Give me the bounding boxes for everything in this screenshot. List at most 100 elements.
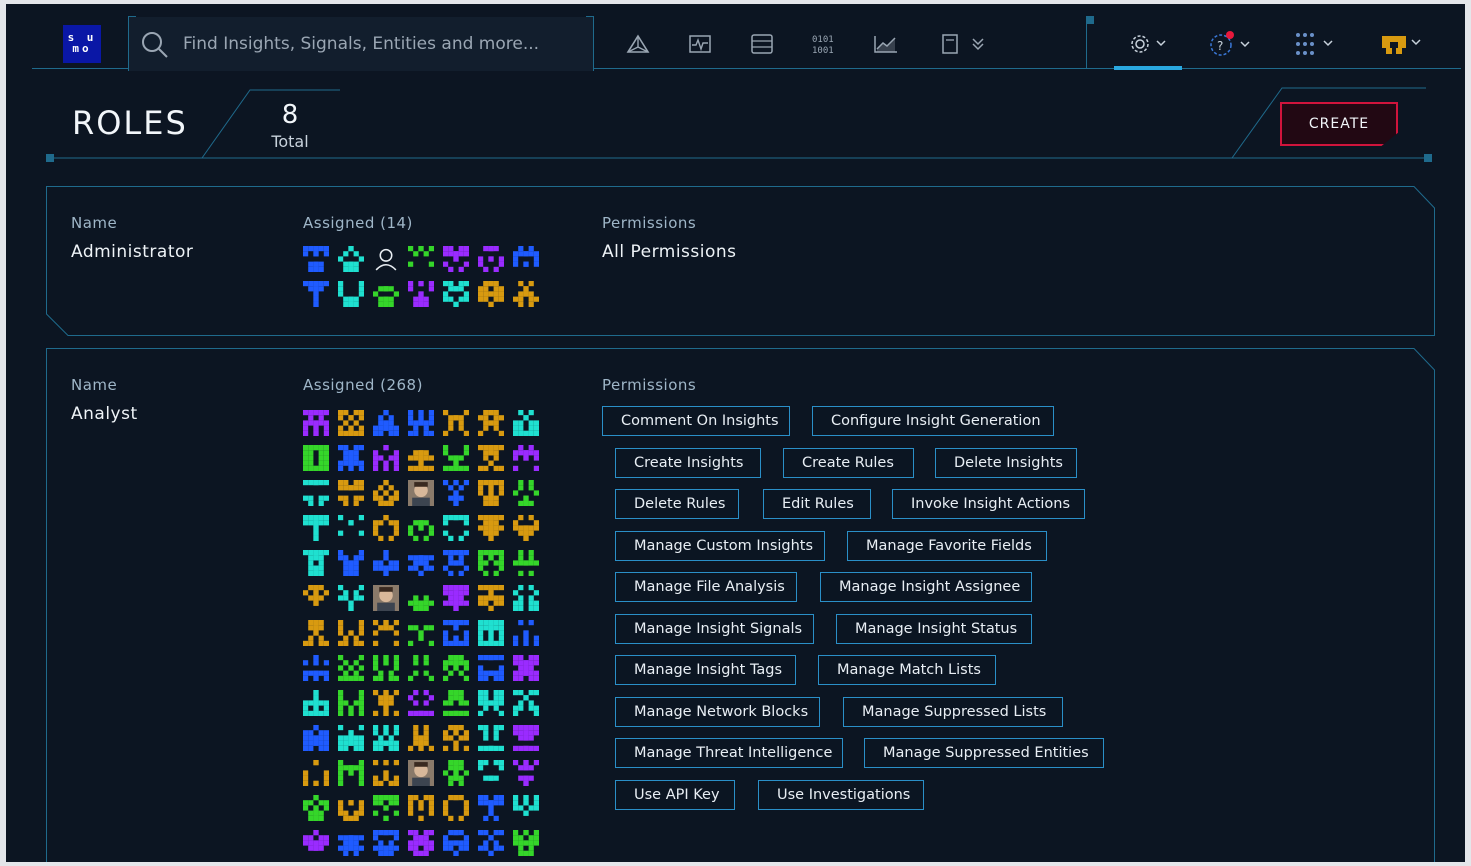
user-avatar[interactable] — [513, 550, 539, 576]
permission-tag[interactable]: Manage Insight Assignee — [820, 572, 1032, 602]
user-avatar[interactable] — [303, 550, 329, 576]
user-avatar[interactable] — [443, 795, 469, 821]
permission-tag[interactable]: Create Rules — [783, 448, 914, 478]
permission-tag[interactable]: Configure Insight Generation — [812, 406, 1054, 436]
user-avatar[interactable] — [303, 760, 329, 786]
user-avatar[interactable] — [338, 515, 364, 541]
user-avatar[interactable] — [373, 550, 399, 576]
user-avatar[interactable] — [373, 281, 399, 307]
user-avatar[interactable] — [513, 281, 539, 307]
user-avatar[interactable] — [513, 585, 539, 611]
user-avatar[interactable] — [338, 795, 364, 821]
permission-tag[interactable]: Manage Custom Insights — [615, 531, 825, 561]
user-avatar[interactable] — [408, 585, 434, 611]
help-icon[interactable]: ? — [1206, 31, 1254, 56]
user-avatar[interactable] — [513, 830, 539, 856]
user-avatar[interactable] — [408, 725, 434, 751]
user-avatar[interactable] — [443, 515, 469, 541]
settings-icon[interactable] — [1128, 32, 1172, 56]
user-avatar[interactable] — [513, 725, 539, 751]
user-avatar[interactable] — [478, 550, 504, 576]
permission-tag[interactable]: Manage Favorite Fields — [847, 531, 1047, 561]
user-avatar[interactable] — [408, 830, 434, 856]
user-avatar[interactable] — [338, 281, 364, 307]
permission-tag[interactable]: Edit Rules — [763, 489, 871, 519]
user-avatar[interactable] — [478, 585, 504, 611]
search-input[interactable] — [181, 31, 585, 57]
permission-tag[interactable]: Manage Match Lists — [818, 655, 996, 685]
permission-tag[interactable]: Manage Insight Tags — [615, 655, 796, 685]
user-avatar[interactable] — [408, 655, 434, 681]
user-avatar[interactable] — [373, 515, 399, 541]
user-avatar[interactable] — [338, 550, 364, 576]
permission-tag[interactable]: Manage File Analysis — [615, 572, 797, 602]
permission-tag[interactable]: Delete Rules — [615, 489, 739, 519]
user-avatar[interactable] — [373, 445, 399, 471]
notebook-icon[interactable] — [936, 32, 964, 56]
user-avatar[interactable] — [513, 410, 539, 436]
permission-tag[interactable]: Use Investigations — [758, 780, 924, 810]
user-avatar[interactable] — [478, 445, 504, 471]
user-avatar[interactable] — [478, 410, 504, 436]
permission-tag[interactable]: Manage Threat Intelligence — [615, 738, 843, 768]
user-avatar[interactable] — [408, 445, 434, 471]
user-avatar[interactable] — [513, 690, 539, 716]
user-avatar[interactable] — [443, 281, 469, 307]
apps-grid-icon[interactable] — [1294, 32, 1340, 56]
user-avatar[interactable] — [408, 620, 434, 646]
user-avatar[interactable] — [443, 480, 469, 506]
user-avatar[interactable] — [373, 725, 399, 751]
role-card-analyst[interactable]: Name Analyst Assigned (268) Permissions … — [46, 348, 1435, 862]
permission-tag[interactable]: Use API Key — [615, 780, 735, 810]
user-avatar[interactable] — [373, 795, 399, 821]
user-avatar[interactable] — [513, 620, 539, 646]
user-avatar[interactable] — [443, 585, 469, 611]
user-avatar[interactable] — [303, 620, 329, 646]
user-avatar[interactable] — [478, 281, 504, 307]
user-avatar[interactable] — [338, 725, 364, 751]
database-icon[interactable] — [748, 32, 776, 56]
triangle-icon[interactable] — [624, 32, 652, 56]
binary-icon[interactable]: 0101 1001 — [810, 32, 838, 56]
permission-tag[interactable]: Manage Suppressed Entities — [864, 738, 1104, 768]
user-avatar[interactable] — [373, 830, 399, 856]
user-avatar[interactable] — [338, 655, 364, 681]
permission-tag[interactable]: Delete Insights — [935, 448, 1077, 478]
user-avatar[interactable] — [303, 410, 329, 436]
user-avatar[interactable] — [408, 246, 434, 272]
user-avatar[interactable] — [513, 515, 539, 541]
user-avatar[interactable] — [443, 760, 469, 786]
user-avatar[interactable] — [408, 550, 434, 576]
permission-tag[interactable]: Manage Network Blocks — [615, 697, 820, 727]
chevron-down-icon[interactable] — [964, 32, 992, 56]
create-role-button[interactable]: CREATE — [1280, 102, 1398, 146]
user-avatar[interactable] — [373, 690, 399, 716]
user-avatar[interactable] — [338, 690, 364, 716]
user-avatar[interactable] — [478, 620, 504, 646]
user-avatar[interactable] — [513, 795, 539, 821]
user-avatar[interactable] — [338, 830, 364, 856]
user-avatar[interactable] — [443, 690, 469, 716]
user-avatar[interactable] — [408, 410, 434, 436]
user-avatar[interactable] — [303, 585, 329, 611]
user-avatar[interactable] — [303, 690, 329, 716]
user-avatar[interactable] — [513, 655, 539, 681]
permission-tag[interactable]: Invoke Insight Actions — [892, 489, 1085, 519]
user-avatar[interactable] — [513, 246, 539, 272]
user-avatar[interactable] — [373, 655, 399, 681]
user-avatar[interactable] — [478, 515, 504, 541]
user-avatar[interactable] — [408, 281, 434, 307]
user-avatar[interactable] — [478, 480, 504, 506]
search-icon[interactable] — [141, 31, 169, 63]
user-avatar[interactable] — [443, 655, 469, 681]
user-avatar[interactable] — [478, 655, 504, 681]
user-avatar[interactable] — [373, 246, 399, 272]
user-avatar[interactable] — [513, 760, 539, 786]
user-avatar[interactable] — [338, 410, 364, 436]
user-avatar[interactable] — [443, 620, 469, 646]
user-avatar[interactable] — [478, 830, 504, 856]
user-avatar[interactable] — [303, 830, 329, 856]
permission-tag[interactable]: Manage Insight Signals — [615, 614, 814, 644]
user-avatar[interactable] — [303, 281, 329, 307]
user-avatar[interactable] — [373, 410, 399, 436]
